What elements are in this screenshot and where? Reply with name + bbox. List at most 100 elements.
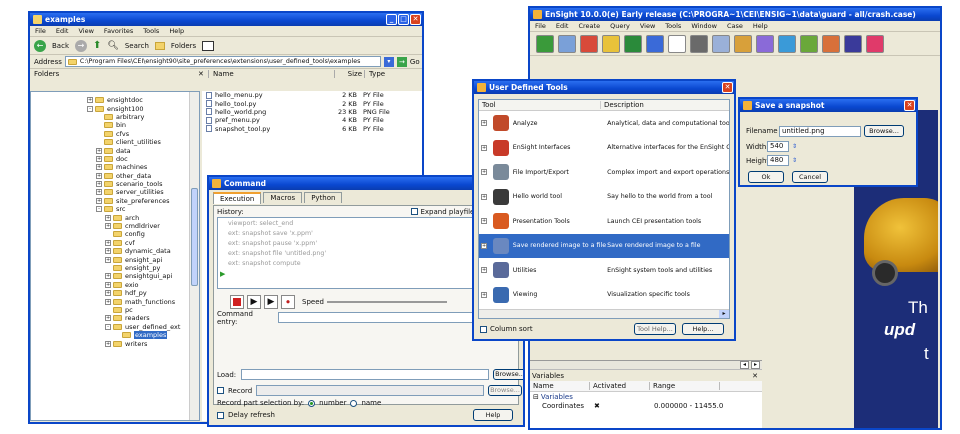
folder-tree-item[interactable]: client_utilities [87, 138, 199, 146]
toolbar-tool-icon[interactable] [558, 34, 576, 53]
collapse-icon[interactable]: - [105, 323, 111, 330]
explorer-menu-item[interactable]: Tools [143, 27, 159, 35]
ensight-menu-item[interactable]: Case [727, 22, 743, 30]
col-description[interactable]: Description [601, 101, 644, 109]
folder-tree-item[interactable]: + exio [87, 281, 199, 289]
folders-icon[interactable] [154, 41, 165, 50]
ensight-menu-item[interactable]: Help [753, 22, 768, 30]
tree-scrollbar[interactable] [189, 92, 199, 420]
expand-icon[interactable]: + [481, 169, 487, 176]
col-activated[interactable]: Activated [590, 382, 650, 390]
scroll-right-button[interactable]: ▸ [751, 361, 760, 369]
udt-tool-row[interactable]: + EnSight Interfaces Alternative interface… [479, 136, 729, 161]
ensight-menu-item[interactable]: File [535, 22, 546, 30]
udt-tool-row[interactable]: + Viewing Visualization specific tools [479, 283, 729, 308]
expand-icon[interactable]: + [481, 218, 487, 225]
go-arrow-icon[interactable]: → [396, 56, 407, 67]
snapshot-browse-button[interactable]: Browse... [864, 125, 904, 137]
folder-tree-item[interactable]: + dynamic_data [87, 247, 199, 255]
col-name[interactable]: Name [530, 382, 590, 390]
expand-icon[interactable]: + [96, 172, 102, 179]
folder-tree-item[interactable]: - src [87, 205, 199, 213]
expand-icon[interactable]: + [481, 144, 487, 151]
folder-tree-item[interactable]: config [87, 230, 199, 238]
folder-tree-item[interactable]: + writers [87, 339, 199, 348]
collapse-icon[interactable]: - [96, 206, 102, 213]
cancel-button[interactable]: Cancel [792, 171, 828, 183]
go-button[interactable]: Go [410, 58, 420, 66]
command-help-button[interactable]: Help [473, 409, 513, 421]
toolbar-tool-icon[interactable] [778, 34, 796, 53]
folder-tree-item[interactable]: + other_data [87, 172, 199, 180]
folders-pane-close[interactable]: ✕ [198, 70, 208, 78]
record-input[interactable] [256, 385, 484, 396]
expand-checkbox[interactable] [411, 208, 419, 215]
toolbar-tool-icon[interactable] [822, 34, 840, 53]
up-folder-icon[interactable]: ⬆ [93, 40, 101, 51]
activated-check-icon[interactable]: ✖ [594, 402, 654, 410]
folder-tree-item[interactable]: arbitrary [87, 113, 199, 121]
toolbar-tool-icon[interactable] [756, 34, 774, 53]
folder-tree-item[interactable]: + hdf_py [87, 289, 199, 297]
command-tab[interactable]: Execution [213, 191, 262, 204]
ensight-menu-item[interactable]: Query [610, 22, 630, 30]
snapshot-close-button[interactable]: ✕ [904, 100, 915, 111]
expand-icon[interactable]: + [105, 239, 111, 246]
search-button[interactable]: Search [125, 42, 149, 50]
number-radio[interactable] [308, 399, 316, 407]
toolbar-tool-icon[interactable] [536, 34, 554, 53]
explorer-menu-item[interactable]: Help [169, 27, 184, 35]
variables-row[interactable]: Coordinates ✖ 0.000000 - 11455.0 [530, 401, 762, 410]
filename-input[interactable]: untitled.png [779, 125, 861, 137]
expand-icon[interactable]: + [105, 340, 111, 347]
toolbar-tool-icon[interactable] [844, 34, 862, 53]
col-file-size[interactable]: Size [334, 70, 364, 78]
folder-tree-item[interactable]: cfvs [87, 130, 199, 138]
toolbar-tool-icon[interactable] [690, 34, 708, 53]
expand-icon[interactable]: + [481, 242, 487, 249]
search-icon[interactable]: 🔍︎ [107, 41, 118, 51]
scroll-left-button[interactable]: ◂ [740, 361, 749, 369]
step-button[interactable]: ▶ [264, 295, 278, 309]
command-tab[interactable]: Python [304, 192, 343, 203]
stop-button[interactable] [230, 295, 244, 309]
height-input[interactable]: 480 [767, 155, 789, 166]
ensight-menu-item[interactable]: Window [691, 22, 717, 30]
udt-tool-row[interactable]: + Presentation Tools Launch CEI presentati… [479, 209, 729, 234]
expand-icon[interactable]: + [105, 281, 111, 288]
toolbar-tool-icon[interactable] [602, 34, 620, 53]
folder-tree-item[interactable]: + doc [87, 155, 199, 163]
speed-slider[interactable] [326, 301, 447, 303]
udt-title-bar[interactable]: User Defined Tools ✕ [474, 81, 734, 94]
dock-close-icon[interactable]: ✕ [752, 372, 758, 380]
history-list[interactable]: viewport: select_end ext: snapshot save '… [217, 217, 515, 289]
load-input[interactable] [241, 369, 489, 380]
folder-tree-item[interactable]: + ensightdoc [87, 96, 199, 104]
folder-tree-item[interactable]: ensight_py [87, 264, 199, 272]
folder-tree-item[interactable]: + machines [87, 163, 199, 171]
folder-tree-item[interactable]: + math_functions [87, 297, 199, 306]
tree-scroll-thumb[interactable] [191, 188, 198, 286]
explorer-menu-item[interactable]: Edit [56, 27, 69, 35]
views-icon[interactable] [202, 40, 215, 51]
folder-tree-item[interactable]: + data [87, 146, 199, 155]
ensight-menu-item[interactable]: View [640, 22, 655, 30]
folder-tree-item[interactable]: + cvf [87, 239, 199, 247]
explorer-menu-item[interactable]: File [35, 27, 46, 35]
folder-tree-item[interactable]: + readers [87, 314, 199, 322]
folder-tree-item[interactable]: + arch [87, 213, 199, 222]
tool-help-button[interactable]: Tool Help... [634, 323, 676, 335]
expand-icon[interactable]: + [96, 164, 102, 171]
minimize-button[interactable]: _ [386, 14, 397, 25]
folder-tree-item[interactable]: + site_preferences [87, 197, 199, 205]
folder-tree-item[interactable]: pc [87, 306, 199, 314]
expand-icon[interactable]: + [96, 189, 102, 196]
explorer-menu-item[interactable]: Favorites [104, 27, 133, 35]
col-file-name[interactable]: Name [208, 70, 334, 78]
folder-tree-item[interactable]: + server_utilities [87, 188, 199, 196]
folder-tree-item[interactable]: + scenario_tools [87, 180, 199, 188]
toolbar-tool-icon[interactable] [800, 34, 818, 53]
column-sort-checkbox[interactable] [480, 325, 487, 333]
udt-hscrollbar[interactable]: ▸ [479, 309, 729, 318]
toolbar-tool-icon[interactable] [866, 34, 884, 53]
